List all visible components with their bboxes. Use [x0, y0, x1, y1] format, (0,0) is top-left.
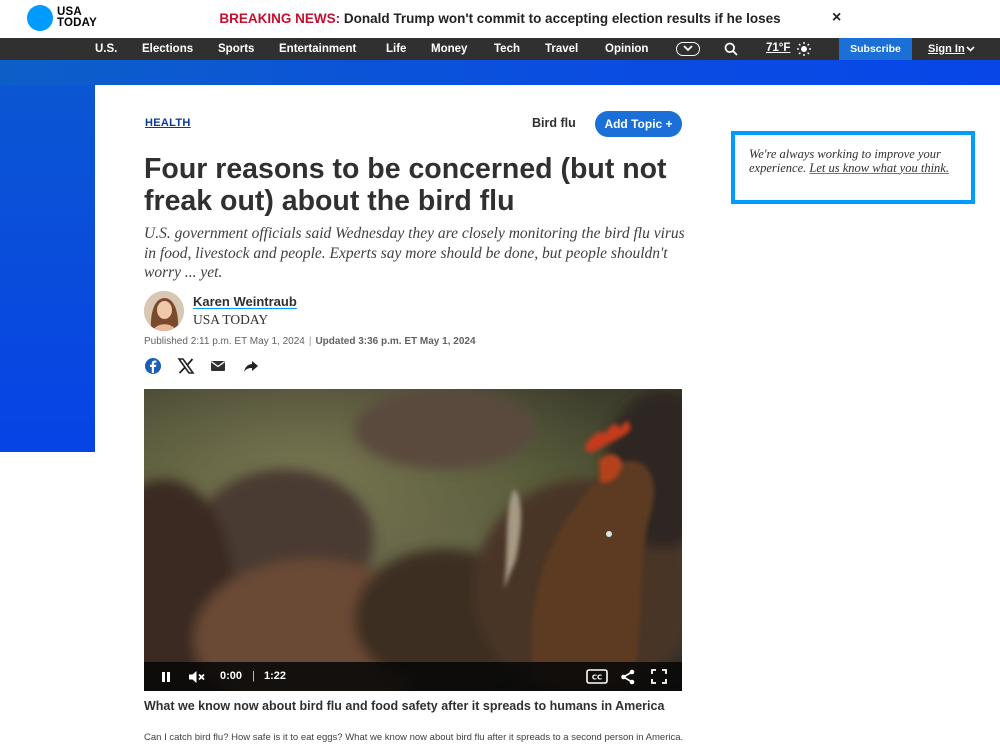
main-nav: U.S. Elections Sports Entertainment Life…: [0, 38, 1000, 60]
article-headline: Four reasons to be concerned (but not fr…: [144, 153, 667, 217]
mute-icon[interactable]: [188, 670, 206, 684]
video-caption-text: Can I catch bird flu? How safe is it to …: [144, 732, 684, 743]
nav-item-opinion[interactable]: Opinion: [605, 43, 648, 55]
chevron-down-icon[interactable]: [966, 46, 975, 52]
video-share-icon[interactable]: [620, 669, 636, 685]
more-menu-button[interactable]: [676, 42, 700, 56]
publish-dates: Published 2:11 p.m. ET May 1, 2024 | Updat…: [144, 336, 476, 347]
nav-item-money[interactable]: Money: [431, 43, 467, 55]
sign-in-link[interactable]: Sign In: [928, 43, 965, 55]
nav-item-entertainment[interactable]: Entertainment: [279, 43, 356, 55]
sun-icon: [797, 42, 811, 56]
video-current-time: 0:00: [220, 670, 243, 682]
date-separator: |: [308, 336, 312, 347]
nav-item-life[interactable]: Life: [386, 43, 406, 55]
chevron-down-icon: [683, 45, 693, 52]
breaking-label: BREAKING NEWS:: [219, 11, 341, 26]
author-photo: [144, 291, 184, 331]
nav-item-sports[interactable]: Sports: [218, 43, 254, 55]
email-icon[interactable]: [209, 357, 227, 375]
feedback-link[interactable]: Let us know what you think.: [809, 161, 949, 175]
topic-label[interactable]: Bird flu: [532, 116, 576, 130]
video-frame-chickens: [144, 389, 682, 691]
breaking-text[interactable]: Donald Trump won't commit to accepting e…: [344, 11, 781, 26]
close-icon[interactable]: ×: [832, 9, 841, 27]
published-date: Published 2:11 p.m. ET May 1, 2024: [144, 336, 305, 347]
updated-date: Updated 3:36 p.m. ET May 1, 2024: [315, 336, 476, 347]
nav-item-us[interactable]: U.S.: [95, 43, 117, 55]
nav-item-tech[interactable]: Tech: [494, 43, 520, 55]
nav-item-travel[interactable]: Travel: [545, 43, 578, 55]
pause-icon[interactable]: [160, 671, 172, 683]
facebook-icon[interactable]: [144, 357, 162, 375]
video-caption-title[interactable]: What we know now about bird flu and food…: [144, 699, 684, 714]
video-duration: 1:22: [264, 670, 287, 682]
avatar[interactable]: [144, 291, 184, 331]
breaking-news[interactable]: BREAKING NEWS: Donald Trump won't commit…: [0, 11, 1000, 26]
article-dek: U.S. government officials said Wednesday…: [144, 225, 685, 281]
closed-captions-icon[interactable]: CC: [586, 669, 608, 684]
section-tag-health[interactable]: HEALTH: [145, 117, 191, 129]
author-org: USA TODAY: [193, 312, 269, 327]
video-controls: 0:00 | 1:22 CC: [144, 662, 682, 691]
left-blue-panel: [0, 85, 95, 452]
header-blue-band: [0, 60, 1000, 85]
fullscreen-icon[interactable]: [651, 669, 667, 684]
add-topic-button[interactable]: Add Topic +: [595, 111, 682, 137]
subscribe-button[interactable]: Subscribe: [839, 38, 912, 60]
svg-text:CC: CC: [592, 674, 602, 682]
video-time-separator: |: [252, 670, 255, 682]
x-icon[interactable]: [177, 357, 195, 375]
feedback-box: We're always working to improve your exp…: [731, 131, 975, 204]
video-player[interactable]: 0:00 | 1:22 CC: [144, 389, 682, 691]
nav-item-elections[interactable]: Elections: [142, 43, 193, 55]
breaking-bar: USA TODAY BREAKING NEWS: Donald Trump wo…: [0, 0, 1000, 38]
author-name-link[interactable]: Karen Weintraub: [193, 294, 297, 309]
search-icon[interactable]: [724, 42, 738, 56]
weather-temperature[interactable]: 71°F: [766, 42, 790, 54]
share-arrow-icon[interactable]: [242, 357, 260, 375]
